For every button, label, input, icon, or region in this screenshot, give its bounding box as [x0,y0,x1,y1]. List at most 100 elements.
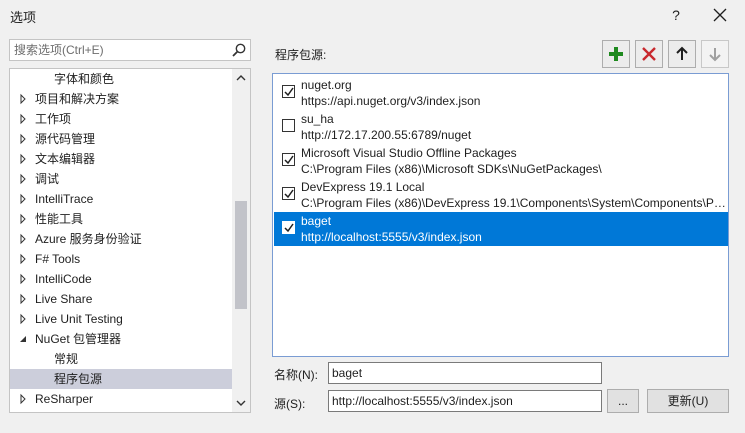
close-button[interactable] [706,3,734,27]
source-row[interactable]: nuget.org https://api.nuget.org/v3/index.… [274,76,728,110]
options-tree[interactable]: 字体和颜色项目和解决方案 工作项源代码管理文本编辑器调试 IntelliTrace 性… [9,68,251,413]
x-icon [642,47,656,61]
source-url: C:\Program Files (x86)\Microsoft SDKs\Nu… [301,162,602,176]
source-enabled-checkbox[interactable] [282,187,295,200]
collapsed-arrow-icon[interactable] [18,189,30,209]
tree-item-label: ReSharper [35,392,94,406]
source-name: baget [301,214,332,228]
tree-item-label: 项目和解决方案 [35,92,120,106]
tree-item[interactable]: 调试 [10,169,232,189]
tree-item[interactable]: 工作项 [10,109,232,129]
window-title: 选项 [10,10,37,25]
source-input[interactable] [332,393,598,409]
source-url: http://172.17.200.55:6789/nuget [301,128,472,142]
collapsed-arrow-icon[interactable] [18,389,30,409]
tree-item[interactable]: Live Unit Testing [10,309,232,329]
sources-label: 程序包源: [275,48,327,62]
checkmark-icon [284,223,294,233]
search-icon[interactable] [231,42,247,58]
tree-item-label: Azure 服务身份验证 [35,232,142,246]
close-icon [713,8,727,22]
source-enabled-checkbox[interactable] [282,119,295,132]
tree-item[interactable]: 字体和颜色 [10,69,232,89]
name-input[interactable] [332,365,598,381]
tree-item-label: Live Unit Testing [35,312,123,326]
collapsed-arrow-icon[interactable] [18,149,30,169]
add-source-button[interactable] [602,40,630,68]
tree-item-label: 性能工具 [35,212,84,226]
collapsed-arrow-icon[interactable] [18,109,30,129]
tree-item[interactable]: 项目和解决方案 [10,89,232,109]
tree-item[interactable]: 性能工具 [10,209,232,229]
source-url: C:\Program Files (x86)\DevExpress 19.1\C… [301,196,727,210]
collapsed-arrow-icon[interactable] [18,269,30,289]
tree-item[interactable]: F# Tools [10,249,232,269]
collapsed-arrow-icon[interactable] [18,309,30,329]
source-row[interactable]: Microsoft Visual Studio Offline Packages… [274,144,728,178]
checkmark-icon [284,87,294,97]
search-input[interactable] [14,42,224,58]
tree-item-label: Live Share [35,292,93,306]
arrow-up-icon [676,46,688,60]
source-enabled-checkbox[interactable] [282,85,295,98]
source-enabled-checkbox[interactable] [282,153,295,166]
collapsed-arrow-icon[interactable] [18,129,30,149]
collapsed-arrow-icon[interactable] [18,169,30,189]
update-button[interactable]: 更新(U) [647,389,729,413]
browse-button[interactable]: ... [607,389,639,413]
tree-item-label: 字体和颜色 [54,72,115,86]
plus-icon [609,47,623,61]
move-down-button[interactable] [701,40,729,68]
collapsed-arrow-icon[interactable] [18,209,30,229]
move-up-button[interactable] [668,40,696,68]
tree-item-label: IntelliCode [35,272,92,286]
title-bar: 选项 ? [0,0,745,30]
help-button[interactable]: ? [662,3,690,27]
collapsed-arrow-icon[interactable] [18,289,30,309]
tree-item-label: F# Tools [35,252,81,266]
tree-item[interactable]: NuGet 包管理器 [10,329,232,349]
source-name: DevExpress 19.1 Local [301,180,425,194]
tree-item[interactable]: 文本编辑器 [10,149,232,169]
expanded-arrow-icon[interactable] [18,329,30,349]
tree-item[interactable]: Live Share [10,289,232,309]
source-row[interactable]: DevExpress 19.1 Local C:\Program Files (x… [274,178,728,212]
checkmark-icon [284,155,294,165]
package-sources-list[interactable]: nuget.org https://api.nuget.org/v3/index.… [272,73,729,357]
tree-item-label: 程序包源 [54,372,103,386]
search-box [9,39,251,61]
tree-item-label: 源代码管理 [35,132,96,146]
tree-item[interactable]: 常规 [10,349,232,369]
checkmark-icon [284,189,294,199]
tree-item[interactable]: Azure 服务身份验证 [10,229,232,249]
tree-item-label: NuGet 包管理器 [35,332,122,346]
collapsed-arrow-icon[interactable] [18,229,30,249]
source-row[interactable]: su_ha http://172.17.200.55:6789/nuget [274,110,728,144]
collapsed-arrow-icon[interactable] [18,89,30,109]
name-label: 名称(N): [274,368,318,382]
tree-item[interactable]: IntelliCode [10,269,232,289]
tree-scrollbar[interactable] [232,69,250,412]
arrow-down-icon [709,48,721,62]
tree-item-label: 常规 [54,352,79,366]
source-row[interactable]: baget http://localhost:5555/v3/index.json [274,212,728,246]
scroll-up-icon[interactable] [232,69,250,87]
scroll-down-icon[interactable] [232,394,250,412]
source-label: 源(S): [274,397,306,411]
tree-item[interactable]: 源代码管理 [10,129,232,149]
tree-item-label: IntelliTrace [35,192,94,206]
source-name: su_ha [301,112,334,126]
source-enabled-checkbox[interactable] [282,221,295,234]
source-url: https://api.nuget.org/v3/index.json [301,94,481,108]
remove-source-button[interactable] [635,40,663,68]
tree-item-label: 文本编辑器 [35,152,96,166]
tree-item[interactable]: 程序包源 [10,369,232,389]
source-name: Microsoft Visual Studio Offline Packages [301,146,517,160]
scroll-thumb[interactable] [235,201,247,309]
tree-item[interactable]: IntelliTrace [10,189,232,209]
source-url: http://localhost:5555/v3/index.json [301,230,482,244]
collapsed-arrow-icon[interactable] [18,249,30,269]
name-field-box [328,362,602,384]
tree-item[interactable]: ReSharper [10,389,232,409]
tree-item-label: 工作项 [35,112,72,126]
